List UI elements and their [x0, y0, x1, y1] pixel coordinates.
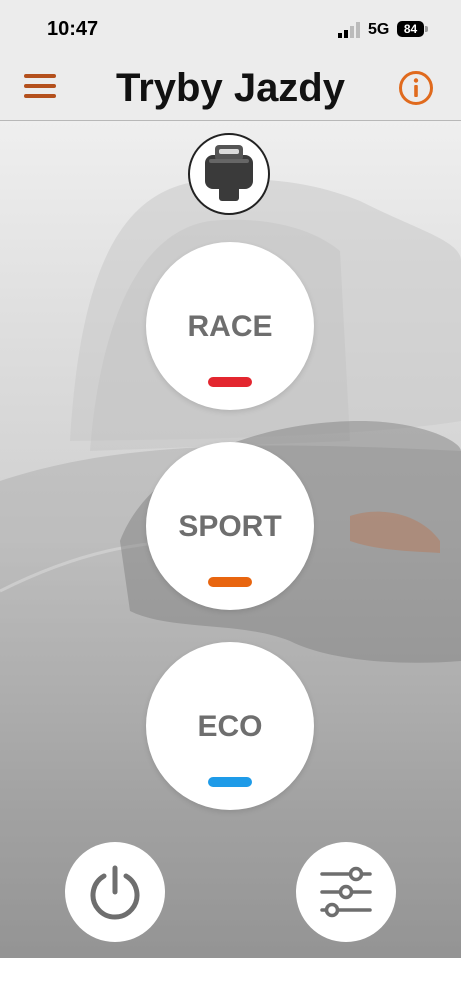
signal-icon	[338, 22, 360, 38]
battery-icon: 84	[397, 21, 424, 37]
status-time: 10:47	[47, 18, 99, 40]
mode-eco-indicator	[208, 777, 252, 787]
chip-tuning-box-icon	[205, 145, 253, 201]
app-header: Tryby Jazdy	[0, 58, 461, 121]
network-label: 5G	[368, 21, 390, 38]
bottom-strip	[0, 958, 461, 998]
device-icon	[188, 133, 270, 215]
battery-tip	[425, 26, 428, 32]
mode-eco-label: ECO	[197, 710, 263, 743]
mode-sport-label: SPORT	[178, 510, 282, 543]
mode-race-button[interactable]: RACE	[146, 242, 314, 410]
mode-race-indicator	[208, 377, 252, 387]
page-title: Tryby Jazdy	[115, 66, 345, 110]
sliders-icon	[320, 866, 372, 918]
mode-sport-button[interactable]: SPORT	[146, 442, 314, 610]
info-icon[interactable]	[398, 70, 434, 106]
mode-race-label: RACE	[187, 310, 273, 343]
mode-eco-button[interactable]: ECO	[146, 642, 314, 810]
settings-button[interactable]	[296, 842, 396, 942]
power-button[interactable]	[65, 842, 165, 942]
status-bar: 10:47 5G 84	[0, 0, 461, 58]
mode-sport-indicator	[208, 577, 252, 587]
power-icon	[90, 865, 140, 920]
